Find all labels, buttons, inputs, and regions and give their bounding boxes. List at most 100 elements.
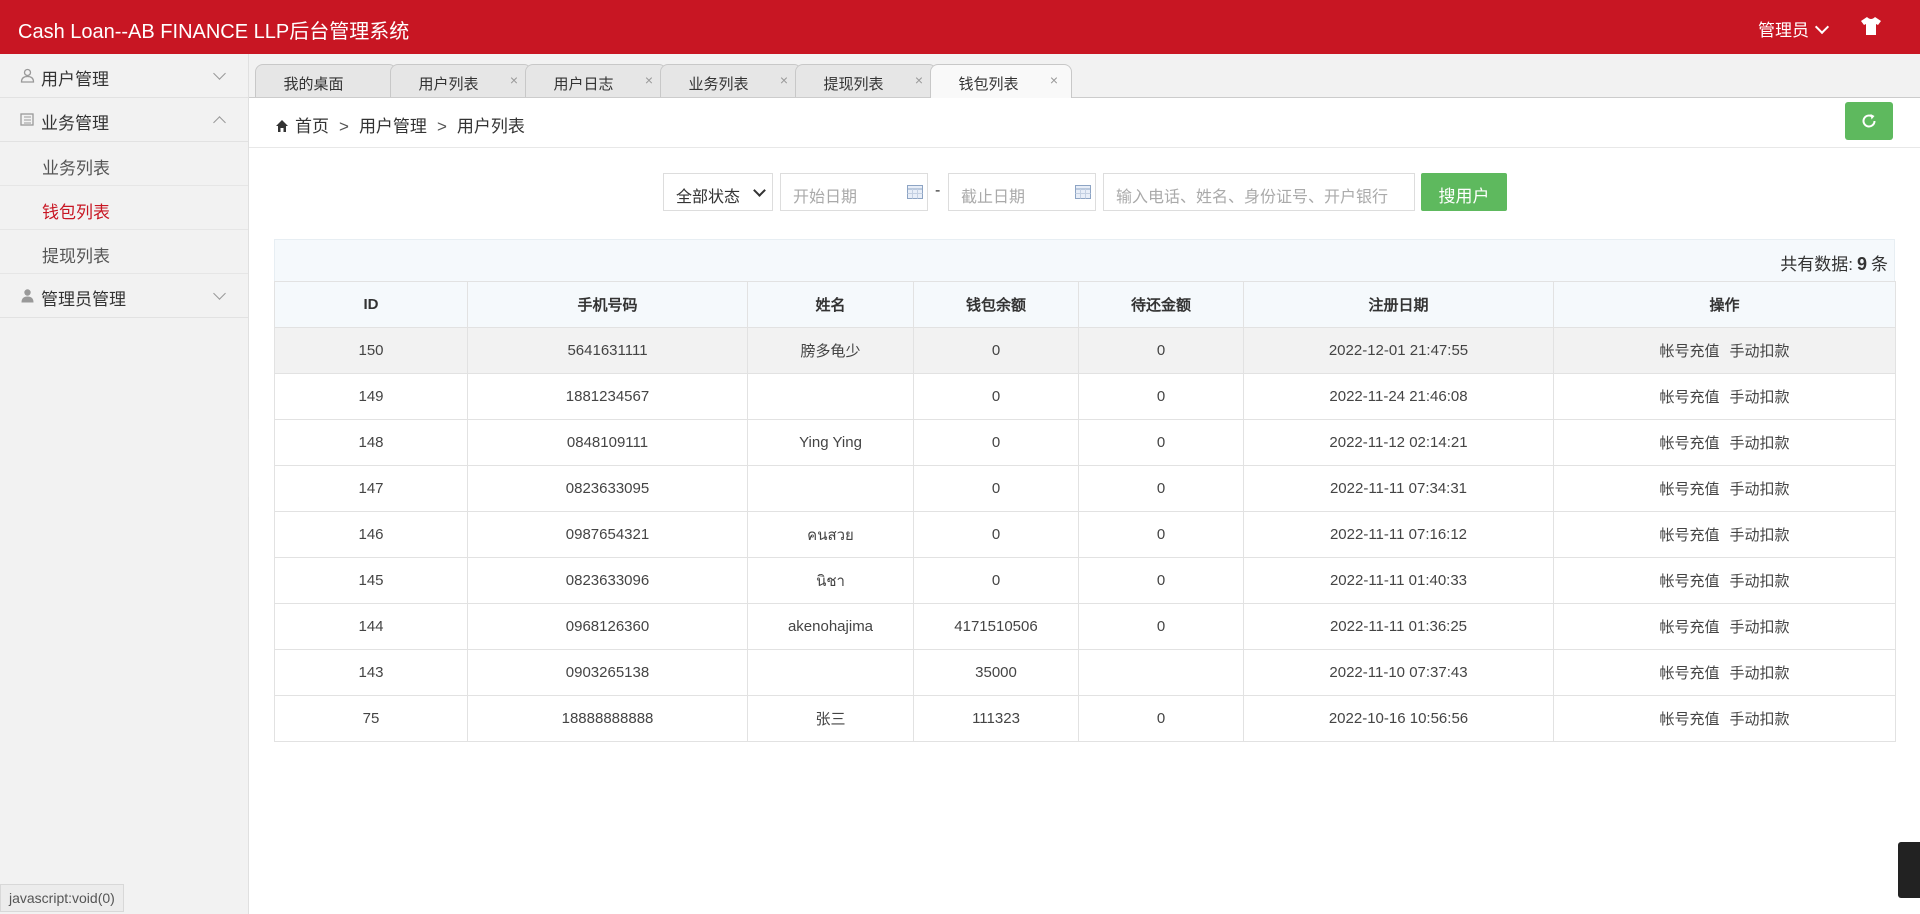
search-button-label: 搜用户 xyxy=(1438,187,1490,206)
deduct-link[interactable]: 手动扣款 xyxy=(1730,343,1790,360)
breadcrumb: 首页 > 用户管理 > 用户列表 xyxy=(275,112,525,137)
tab-my-desktop[interactable]: 我的桌面 xyxy=(255,64,397,97)
close-icon[interactable]: × xyxy=(780,72,788,88)
cell-balance: 0 xyxy=(913,511,1079,558)
cell-date: 2022-11-11 07:16:12 xyxy=(1243,511,1554,558)
cell-id: 147 xyxy=(274,465,468,512)
cell-due: 0 xyxy=(1078,511,1244,558)
side-tool-widget[interactable] xyxy=(1898,842,1920,898)
close-icon[interactable]: × xyxy=(645,72,653,88)
table-row[interactable]: 148 0848109111 Ying Ying 0 0 2022-11-12 02:14… xyxy=(274,419,1896,466)
refresh-button[interactable] xyxy=(1845,102,1893,140)
column-header-balance[interactable]: 钱包余额 xyxy=(913,281,1079,328)
cell-id: 149 xyxy=(274,373,468,420)
list-icon xyxy=(20,113,34,126)
table-row[interactable]: 75 18888888888 张三 111323 0 2022-10-16 10:56:5… xyxy=(274,695,1896,742)
breadcrumb-home[interactable]: 首页 xyxy=(295,117,329,136)
cell-phone: 18888888888 xyxy=(467,695,748,742)
recharge-link[interactable]: 帐号充值 xyxy=(1659,711,1719,728)
close-icon[interactable]: × xyxy=(1050,72,1058,88)
start-date-input[interactable]: 开始日期 xyxy=(780,173,928,211)
table-header-row: ID 手机号码 姓名 钱包余额 待还金额 注册日期 操作 xyxy=(274,281,1896,328)
admin-icon xyxy=(21,289,34,303)
recharge-link[interactable]: 帐号充值 xyxy=(1659,527,1719,544)
cell-name: 张三 xyxy=(747,695,914,742)
cell-balance: 0 xyxy=(913,327,1079,374)
recharge-link[interactable]: 帐号充值 xyxy=(1659,665,1719,682)
cell-due: 0 xyxy=(1078,373,1244,420)
sidebar-item-wallet-list[interactable]: 钱包列表 xyxy=(0,186,248,230)
column-header-id[interactable]: ID xyxy=(274,281,468,328)
cell-actions: 帐号充值 手动扣款 xyxy=(1553,695,1896,742)
sidebar-group-business-management[interactable]: 业务管理 xyxy=(0,98,248,142)
status-bar-url: javascript:void(0) xyxy=(0,884,124,912)
tab-user-list[interactable]: 用户列表 × xyxy=(390,64,532,97)
sidebar-item-business-list[interactable]: 业务列表 xyxy=(0,142,248,186)
deduct-link[interactable]: 手动扣款 xyxy=(1730,435,1790,452)
cell-balance: 0 xyxy=(913,557,1079,604)
cell-name: นิชา xyxy=(747,557,914,604)
cell-id: 145 xyxy=(274,557,468,604)
cell-phone: 5641631111 xyxy=(467,327,748,374)
sidebar-item-withdraw-list[interactable]: 提现列表 xyxy=(0,230,248,274)
table-row[interactable]: 150 5641631111 膀多龟少 0 0 2022-12-01 21:47:55 帐号… xyxy=(274,327,1896,374)
table-row[interactable]: 147 0823633095 0 0 2022-11-11 07:34:31 帐号充值 手动… xyxy=(274,465,1896,512)
cell-balance: 0 xyxy=(913,465,1079,512)
recharge-link[interactable]: 帐号充值 xyxy=(1659,619,1719,636)
app-title: Cash Loan--AB FINANCE LLP后台管理系统 xyxy=(18,21,410,43)
refresh-icon xyxy=(1862,114,1876,128)
deduct-link[interactable]: 手动扣款 xyxy=(1730,573,1790,590)
deduct-link[interactable]: 手动扣款 xyxy=(1730,665,1790,682)
sidebar: 用户管理 业务管理 业务列表 钱包列表 提现列表 管理员管理 xyxy=(0,54,249,914)
cell-actions: 帐号充值 手动扣款 xyxy=(1553,557,1896,604)
tab-label: 提现列表 xyxy=(823,76,884,93)
deduct-link[interactable]: 手动扣款 xyxy=(1730,527,1790,544)
cell-phone: 0968126360 xyxy=(467,603,748,650)
cell-name: akenohajima xyxy=(747,603,914,650)
end-date-input[interactable]: 截止日期 xyxy=(948,173,1096,211)
deduct-link[interactable]: 手动扣款 xyxy=(1730,711,1790,728)
table-row[interactable]: 144 0968126360 akenohajima 4171510506 0 2022-… xyxy=(274,603,1896,650)
recharge-link[interactable]: 帐号充值 xyxy=(1659,343,1719,360)
calendar-icon[interactable] xyxy=(907,185,923,199)
column-header-date[interactable]: 注册日期 xyxy=(1243,281,1554,328)
sidebar-group-admin-management[interactable]: 管理员管理 xyxy=(0,274,248,318)
recharge-link[interactable]: 帐号充值 xyxy=(1659,481,1719,498)
deduct-link[interactable]: 手动扣款 xyxy=(1730,481,1790,498)
column-header-due[interactable]: 待还金额 xyxy=(1078,281,1244,328)
tab-user-log[interactable]: 用户日志 × xyxy=(525,64,667,97)
close-icon[interactable]: × xyxy=(915,72,923,88)
column-header-name[interactable]: 姓名 xyxy=(747,281,914,328)
cell-name xyxy=(747,465,914,512)
shirt-icon[interactable] xyxy=(1860,16,1882,36)
table-row[interactable]: 145 0823633096 นิชา 0 0 2022-11-11 01:40:33 帐号… xyxy=(274,557,1896,604)
tab-wallet-list[interactable]: 钱包列表 × xyxy=(930,64,1072,98)
deduct-link[interactable]: 手动扣款 xyxy=(1730,389,1790,406)
end-date-placeholder: 截止日期 xyxy=(961,189,1026,206)
tab-business-list[interactable]: 业务列表 × xyxy=(660,64,802,97)
calendar-icon[interactable] xyxy=(1075,185,1091,199)
cell-due: 0 xyxy=(1078,327,1244,374)
tab-label: 我的桌面 xyxy=(283,76,344,93)
sidebar-item-label: 业务列表 xyxy=(42,159,110,178)
search-input[interactable]: 输入电话、姓名、身份证号、开户银行 xyxy=(1103,173,1415,211)
table-row[interactable]: 143 0903265138 35000 2022-11-10 07:37:43 帐号充… xyxy=(274,649,1896,696)
close-icon[interactable]: × xyxy=(510,72,518,88)
recharge-link[interactable]: 帐号充值 xyxy=(1659,573,1719,590)
recharge-link[interactable]: 帐号充值 xyxy=(1659,389,1719,406)
status-select[interactable]: 全部状态 xyxy=(663,173,773,211)
admin-menu[interactable]: 管理员 xyxy=(1758,16,1830,41)
deduct-link[interactable]: 手动扣款 xyxy=(1730,619,1790,636)
table-row[interactable]: 146 0987654321 คนสวย 0 0 2022-11-11 07:16:12 帐… xyxy=(274,511,1896,558)
cell-due: 0 xyxy=(1078,419,1244,466)
cell-id: 75 xyxy=(274,695,468,742)
sidebar-group-user-management[interactable]: 用户管理 xyxy=(0,54,248,98)
tab-withdraw-list[interactable]: 提现列表 × xyxy=(795,64,937,97)
search-button[interactable]: 搜用户 xyxy=(1421,173,1507,211)
cell-phone: 0987654321 xyxy=(467,511,748,558)
recharge-link[interactable]: 帐号充值 xyxy=(1659,435,1719,452)
cell-due: 0 xyxy=(1078,557,1244,604)
table-row[interactable]: 149 1881234567 0 0 2022-11-24 21:46:08 帐号充值 手动… xyxy=(274,373,1896,420)
cell-date: 2022-11-11 07:34:31 xyxy=(1243,465,1554,512)
column-header-phone[interactable]: 手机号码 xyxy=(467,281,748,328)
